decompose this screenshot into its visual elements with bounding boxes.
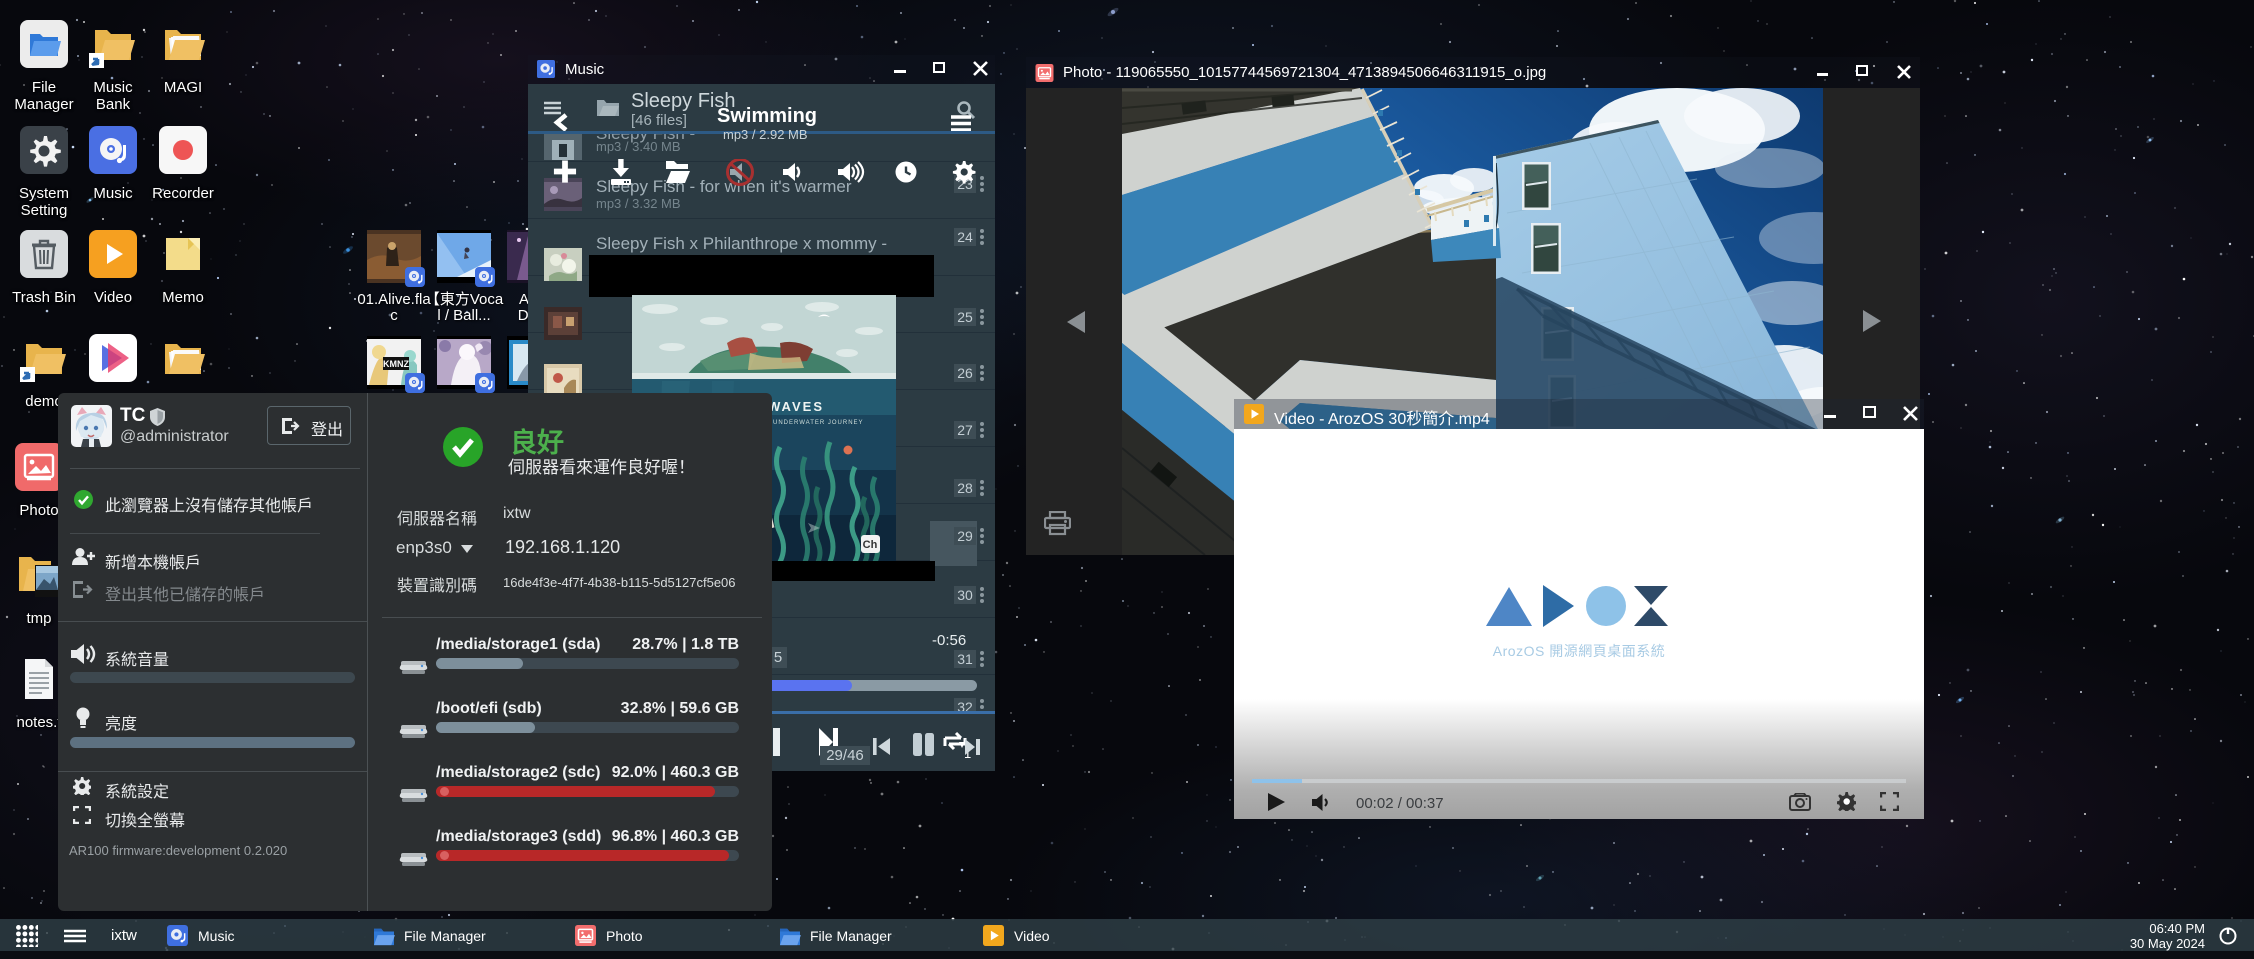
svg-text:KMNZ: KMNZ — [383, 359, 409, 369]
svg-text:AN UNDERWATER JOURNEY: AN UNDERWATER JOURNEY — [760, 420, 864, 426]
svg-text:Ch: Ch — [863, 539, 878, 551]
svg-text:WAVES: WAVES — [768, 399, 824, 414]
